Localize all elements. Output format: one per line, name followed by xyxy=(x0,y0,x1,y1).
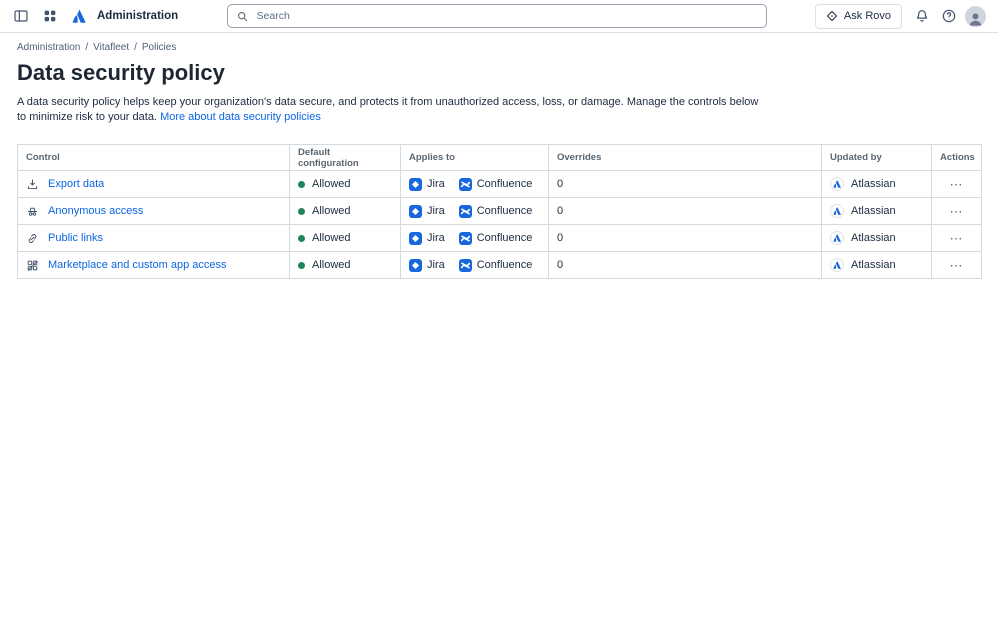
jira-icon xyxy=(409,177,422,191)
confluence-icon xyxy=(458,231,472,245)
atlassian-avatar xyxy=(830,258,844,272)
product-label: Confluence xyxy=(476,232,533,244)
config-label: Allowed xyxy=(312,178,351,190)
confluence-icon xyxy=(458,204,472,218)
breadcrumb-link-vitafleet[interactable]: Vitafleet xyxy=(93,42,129,53)
page-description: A data security policy helps keep your o… xyxy=(17,95,759,124)
status-dot xyxy=(298,234,305,242)
column-header-applies-to: Applies to xyxy=(400,144,549,171)
status-dot xyxy=(298,180,305,188)
profile-avatar[interactable] xyxy=(965,5,986,27)
updated-by-label: Atlassian xyxy=(851,205,896,217)
overrides-count: 0 xyxy=(548,251,822,279)
learn-more-link[interactable]: More about data security policies xyxy=(160,111,321,123)
breadcrumb-link-policies[interactable]: Policies xyxy=(142,42,176,53)
column-header-default-configuration: Default configuration xyxy=(289,144,401,171)
config-label: Allowed xyxy=(312,205,351,217)
breadcrumb-separator: / xyxy=(85,42,89,53)
topbar-left: Administration xyxy=(0,5,178,27)
product-label: Jira xyxy=(427,178,445,190)
public-links-icon xyxy=(26,232,39,245)
avatar-person-icon xyxy=(969,12,982,26)
more-actions-button[interactable]: ⋯ xyxy=(942,230,972,247)
app-name: Administration xyxy=(97,10,179,22)
topbar-right: Ask Rovo xyxy=(814,3,998,29)
confluence-icon xyxy=(458,258,472,272)
product-label: Jira xyxy=(427,259,445,271)
column-header-control: Control xyxy=(17,144,290,171)
atlassian-avatar xyxy=(830,204,844,218)
search-box[interactable] xyxy=(226,4,767,28)
updated-by-label: Atlassian xyxy=(851,178,896,190)
updated-by-label: Atlassian xyxy=(851,259,896,271)
product-label: Jira xyxy=(427,232,445,244)
overrides-count: 0 xyxy=(548,197,822,225)
main-content: Administration / Vitafleet / Policies Da… xyxy=(0,33,998,279)
breadcrumb-separator: / xyxy=(134,42,137,53)
atlassian-avatar xyxy=(830,177,844,191)
status-dot xyxy=(298,207,305,215)
control-link[interactable]: Public links xyxy=(48,232,103,244)
confluence-icon xyxy=(458,177,472,191)
export-data-icon xyxy=(26,178,39,191)
description-text: A data security policy helps keep your o… xyxy=(17,96,759,123)
breadcrumb-link-administration[interactable]: Administration xyxy=(17,42,80,53)
app-switcher-icon xyxy=(44,10,56,22)
search-input[interactable] xyxy=(254,9,758,23)
ask-rovo-label: Ask Rovo xyxy=(843,10,891,22)
table-row: Public links Allowed Jira Confluence 0 A… xyxy=(17,224,982,252)
search-icon xyxy=(237,11,247,21)
control-link[interactable]: Export data xyxy=(48,178,104,190)
help-button[interactable] xyxy=(938,5,960,27)
table-row: Anonymous access Allowed Jira Confluence… xyxy=(17,197,982,225)
jira-icon xyxy=(409,204,422,218)
sidebar-toggle-icon xyxy=(14,10,28,22)
table-row: Marketplace and custom app access Allowe… xyxy=(17,251,982,279)
column-header-actions: Actions xyxy=(931,144,982,171)
more-actions-button[interactable]: ⋯ xyxy=(942,257,972,274)
bell-icon xyxy=(916,10,928,22)
jira-icon xyxy=(409,231,422,245)
config-label: Allowed xyxy=(312,259,351,271)
topbar-center xyxy=(178,4,815,28)
product-label: Confluence xyxy=(476,178,533,190)
sidebar-toggle-button[interactable] xyxy=(10,5,32,27)
ask-rovo-button[interactable]: Ask Rovo xyxy=(814,3,902,29)
column-header-overrides: Overrides xyxy=(548,144,822,171)
table-row: Export data Allowed Jira Confluence 0 At… xyxy=(17,170,982,198)
marketplace-apps-icon xyxy=(26,259,39,272)
help-icon xyxy=(942,9,956,23)
anonymous-access-icon xyxy=(26,205,39,218)
jira-icon xyxy=(409,258,422,272)
overrides-count: 0 xyxy=(548,224,822,252)
topbar: Administration Ask Rovo xyxy=(0,0,998,33)
more-actions-button[interactable]: ⋯ xyxy=(942,176,972,193)
policies-table: Control Default configuration Applies to… xyxy=(17,144,982,279)
breadcrumb: Administration / Vitafleet / Policies xyxy=(17,42,981,53)
atlassian-logo-icon xyxy=(70,7,88,25)
control-link[interactable]: Anonymous access xyxy=(48,205,143,217)
overrides-count: 0 xyxy=(548,170,822,198)
notifications-button[interactable] xyxy=(911,5,933,27)
table-header-row: Control Default configuration Applies to… xyxy=(17,144,982,171)
product-label: Confluence xyxy=(476,259,533,271)
page-title: Data security policy xyxy=(17,60,225,85)
status-dot xyxy=(298,261,305,269)
atlassian-avatar xyxy=(830,231,844,245)
rovo-icon xyxy=(826,10,838,22)
config-label: Allowed xyxy=(312,232,351,244)
product-label: Jira xyxy=(427,205,445,217)
app-switcher-button[interactable] xyxy=(39,5,61,27)
more-actions-button[interactable]: ⋯ xyxy=(942,203,972,220)
updated-by-label: Atlassian xyxy=(851,232,896,244)
column-header-updated-by: Updated by xyxy=(821,144,932,171)
control-link[interactable]: Marketplace and custom app access xyxy=(48,259,227,271)
product-label: Confluence xyxy=(476,205,533,217)
